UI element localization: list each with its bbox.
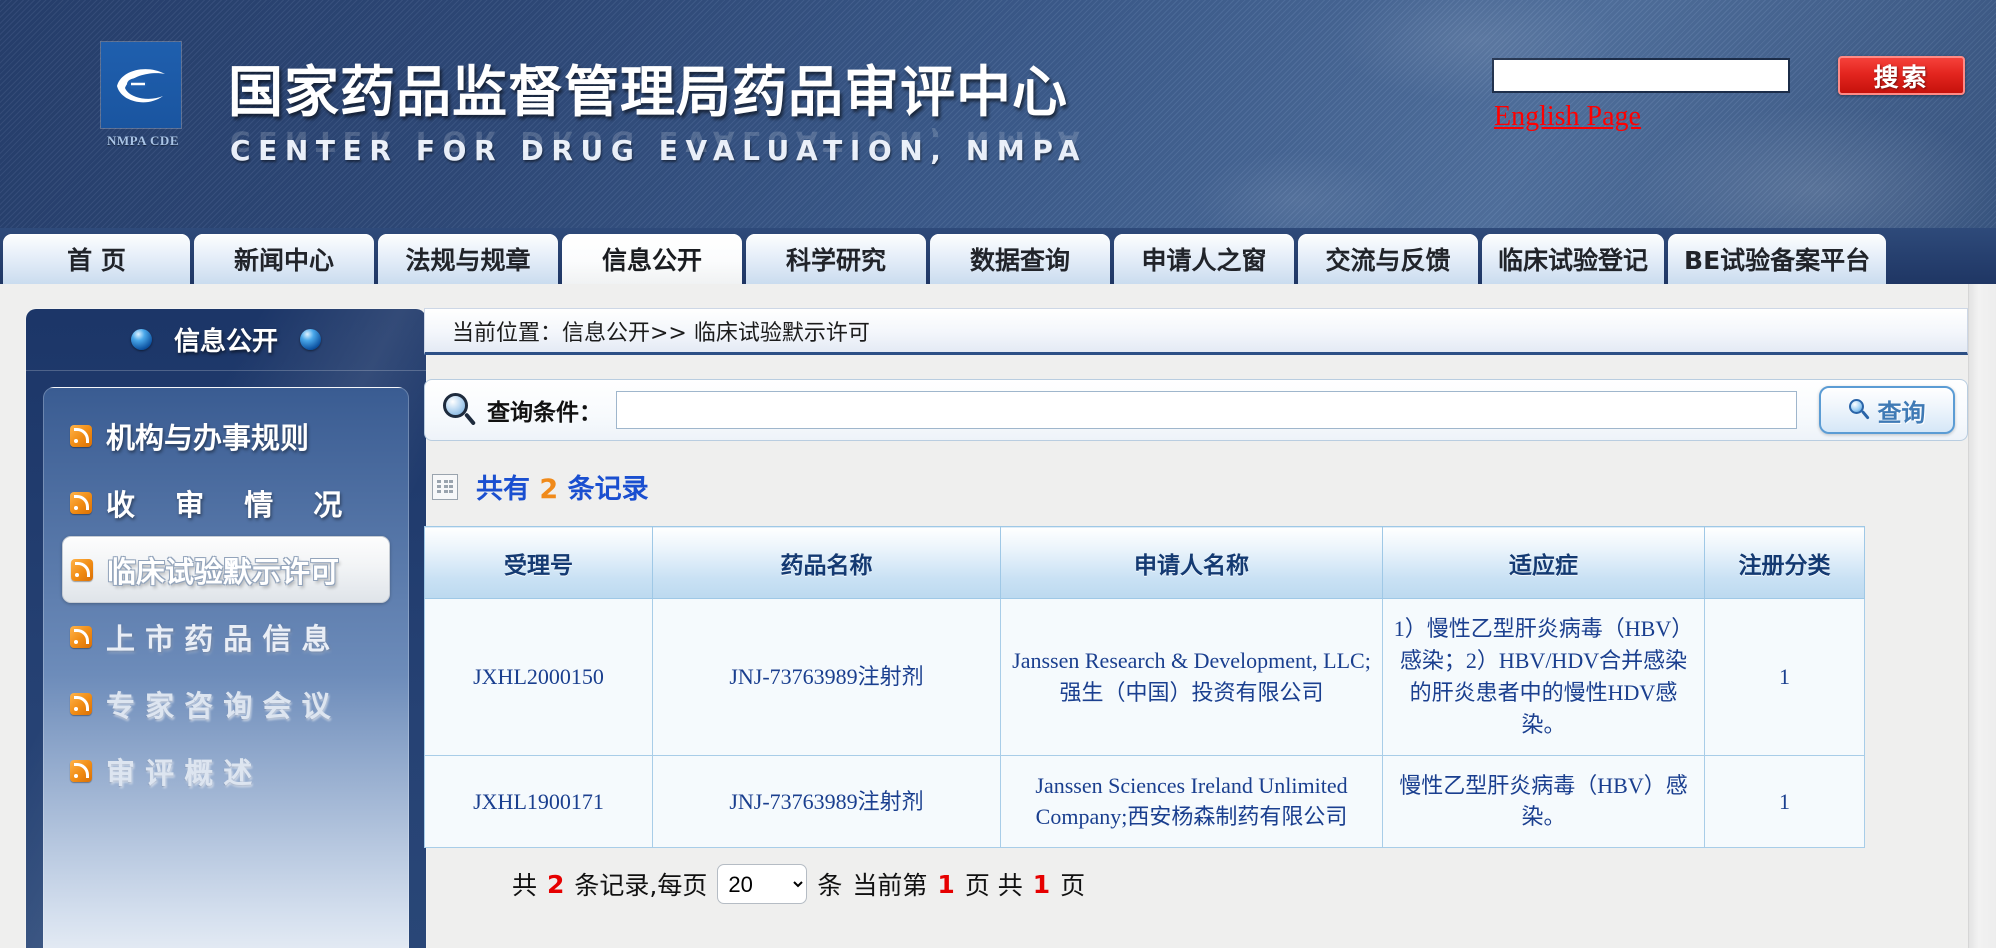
sidebar-item-review-overview[interactable]: 审 评 概 述 — [44, 737, 408, 804]
search-icon — [1848, 399, 1871, 421]
english-page-link[interactable]: English Page — [1494, 101, 1641, 133]
record-count-suffix: 条记录 — [567, 474, 649, 505]
nav-tab-research[interactable]: 科学研究 — [746, 234, 926, 284]
sidebar-item-label: 机构与办事规则 — [106, 420, 310, 455]
sidebar-item-label: 收 审 情 况 — [106, 487, 358, 522]
nav-tab-be-platform[interactable]: BE试验备案平台 — [1668, 234, 1887, 284]
nav-tab-applicant-window[interactable]: 申请人之窗 — [1114, 234, 1294, 284]
rss-icon — [70, 692, 92, 715]
cell-indication: 慢性乙型肝炎病毒（HBV）感染。 — [1382, 754, 1705, 849]
results-table: 受理号 药品名称 申请人名称 适应症 注册分类 JXHL2000150 JNJ-… — [424, 526, 1865, 849]
column-header-applicant: 申请人名称 — [1000, 526, 1383, 599]
cell-applicant: Janssen Sciences Ireland Unlimited Compa… — [1000, 754, 1383, 849]
logo-subtitle: NMPA CDE — [106, 133, 179, 148]
pagination-page-unit: 页 — [1060, 871, 1086, 901]
sidebar-item-label: 专 家 咨 询 会 议 — [106, 688, 331, 723]
column-header-registration-class: 注册分类 — [1704, 526, 1865, 599]
pagination-total-prefix: 共 — [512, 871, 538, 901]
nav-tab-home[interactable]: 首 页 — [3, 234, 190, 284]
list-icon — [432, 473, 458, 500]
record-count-prefix: 共有 — [476, 474, 530, 505]
content-area: 当前位置：信息公开>> 临床试验默示许可 查询条件： 查询 共有 2 条记录 受… — [400, 284, 1996, 948]
column-header-acceptance-no: 受理号 — [424, 526, 653, 599]
nav-tab-data-query[interactable]: 数据查询 — [930, 234, 1110, 284]
nav-tab-trial-registry[interactable]: 临床试验登记 — [1482, 234, 1665, 284]
record-count-row: 共有 2 条记录 — [424, 467, 1968, 506]
rss-icon — [70, 424, 92, 447]
orb-icon-left — [130, 329, 152, 350]
sidebar-item-label: 审 评 概 述 — [106, 755, 253, 790]
query-bar: 查询条件： 查询 — [424, 379, 1968, 441]
nav-tab-info-disclosure[interactable]: 信息公开 — [562, 234, 742, 284]
main-navigation: 首 页 新闻中心 法规与规章 信息公开 科学研究 数据查询 申请人之窗 交流与反… — [0, 228, 1996, 284]
nav-tab-feedback[interactable]: 交流与反馈 — [1298, 234, 1478, 284]
cell-registration-class: 1 — [1704, 598, 1865, 756]
sidebar-item-org-rules[interactable]: 机构与办事规则 — [44, 402, 408, 469]
sidebar-item-label: 临床试验默示许可 — [107, 554, 340, 589]
header-search-input[interactable] — [1492, 58, 1790, 93]
sidebar-title-label: 信息公开 — [173, 327, 278, 357]
cell-registration-class: 1 — [1704, 754, 1865, 849]
column-header-indication: 适应症 — [1382, 526, 1705, 599]
cell-drug-name: JNJ-73763989注射剂 — [652, 598, 1001, 756]
header-search-button[interactable]: 搜索 — [1838, 56, 1965, 95]
breadcrumb: 当前位置：信息公开>> 临床试验默示许可 — [424, 308, 1968, 355]
sidebar-item-marketed-drug-info[interactable]: 上 市 药 品 信 息 — [44, 603, 408, 670]
pagination-current-page: 1 — [937, 869, 955, 899]
query-button-label: 查询 — [1877, 398, 1926, 427]
magnifier-icon — [443, 393, 477, 427]
site-title-cn: 国家药品监督管理局药品审评中心 — [228, 60, 1069, 124]
sidebar-item-label: 上 市 药 品 信 息 — [106, 621, 331, 656]
site-header: NMPA CDE 国家药品监督管理局药品审评中心 CENTER FOR DRUG… — [0, 0, 1996, 228]
page-body: 信息公开 机构与办事规则 收 审 情 况 临床试验默示许可 上 市 药 品 信 … — [0, 284, 1996, 948]
table-row[interactable]: JXHL2000150 JNJ-73763989注射剂 Janssen Rese… — [424, 598, 1865, 756]
pagination-unit: 条 — [817, 871, 843, 901]
rss-icon — [70, 491, 92, 514]
cell-acceptance-no: JXHL2000150 — [424, 598, 653, 756]
site-title-en-reflection: CENTER FOR DRUG EVALUATION, NMPA — [230, 125, 1088, 158]
nmpa-cde-logo-icon — [101, 42, 181, 128]
pagination-current-prefix: 当前第 — [852, 871, 928, 901]
pagination-total-pages: 1 — [1032, 869, 1051, 899]
rss-icon — [70, 759, 92, 782]
pagination-current-suffix: 页 共 — [964, 871, 1023, 901]
pagination-total-count: 2 — [547, 869, 565, 899]
page-size-select[interactable]: 102050100 — [717, 864, 808, 905]
query-input[interactable] — [616, 391, 1797, 429]
pagination-total-suffix: 条记录,每页 — [574, 871, 708, 901]
query-submit-button[interactable]: 查询 — [1819, 386, 1955, 434]
sidebar: 信息公开 机构与办事规则 收 审 情 况 临床试验默示许可 上 市 药 品 信 … — [26, 309, 426, 948]
column-header-drug-name: 药品名称 — [652, 526, 1001, 599]
rss-icon — [70, 625, 92, 648]
nav-tab-regulations[interactable]: 法规与规章 — [378, 234, 558, 284]
page-scrollbar[interactable] — [1968, 284, 1996, 948]
table-row[interactable]: JXHL1900171 JNJ-73763989注射剂 Janssen Scie… — [424, 754, 1865, 849]
cell-indication: 1）慢性乙型肝炎病毒（HBV）感染；2）HBV/HDV合并感染的肝炎患者中的慢性… — [1382, 598, 1705, 756]
query-label: 查询条件： — [487, 400, 602, 426]
sidebar-item-expert-consultation[interactable]: 专 家 咨 询 会 议 — [44, 670, 408, 737]
sidebar-item-clinical-trial-implied-permission[interactable]: 临床试验默示许可 — [62, 536, 390, 603]
cell-drug-name: JNJ-73763989注射剂 — [652, 754, 1001, 849]
record-count-text: 共有 2 条记录 — [476, 467, 649, 506]
rss-icon — [71, 558, 93, 581]
sidebar-menu: 机构与办事规则 收 审 情 况 临床试验默示许可 上 市 药 品 信 息 专 家 — [43, 387, 409, 948]
sidebar-title: 信息公开 — [26, 309, 426, 371]
record-count-number: 2 — [539, 474, 559, 505]
pagination: 共 2 条记录,每页 102050100 条 当前第 1 页 共 1 页 — [424, 864, 1968, 905]
cell-applicant: Janssen Research & Development, LLC;强生（中… — [1000, 598, 1383, 756]
orb-icon-right — [300, 329, 321, 350]
table-header-row: 受理号 药品名称 申请人名称 适应症 注册分类 — [424, 526, 1865, 599]
sidebar-container: 信息公开 机构与办事规则 收 审 情 况 临床试验默示许可 上 市 药 品 信 … — [0, 284, 426, 948]
cell-acceptance-no: JXHL1900171 — [424, 754, 653, 849]
sidebar-item-acceptance-status[interactable]: 收 审 情 况 — [44, 469, 408, 536]
nav-tab-news[interactable]: 新闻中心 — [194, 234, 374, 284]
